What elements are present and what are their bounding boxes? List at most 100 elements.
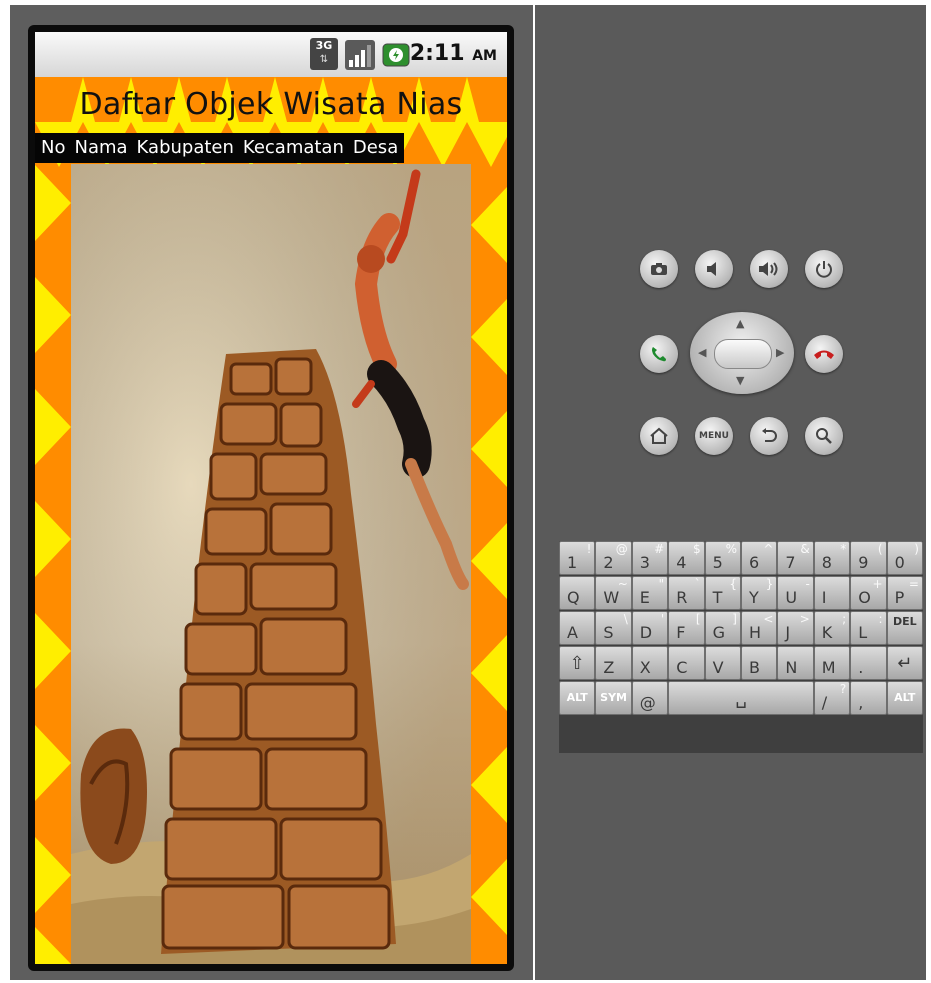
key-g-label: G: [712, 623, 725, 642]
key-l-alt-label: :: [878, 612, 883, 626]
key-f[interactable]: F[: [668, 611, 705, 645]
key-5-alt-label: %: [725, 542, 737, 556]
key-5[interactable]: 5%: [704, 541, 741, 575]
dpad-up-icon[interactable]: ▲: [736, 317, 744, 330]
key-i-label: I: [821, 588, 827, 607]
signal-icon: [345, 40, 375, 70]
camera-button[interactable]: [640, 250, 678, 288]
key-w[interactable]: W ~: [595, 576, 632, 610]
camera-icon: [650, 262, 668, 276]
dpad-center-button[interactable]: [714, 339, 772, 369]
end-call-button[interactable]: [805, 335, 843, 373]
key-u[interactable]: U-: [777, 576, 814, 610]
key-4[interactable]: 4 $: [668, 541, 705, 575]
key-r-label: R: [676, 588, 688, 607]
dpad-down-icon[interactable]: ▼: [736, 374, 744, 387]
key-k[interactable]: K;: [813, 611, 851, 645]
key-b[interactable]: B: [741, 646, 778, 680]
key-j[interactable]: J >: [777, 611, 814, 645]
page-title: Daftar Objek Wisata Nias: [79, 87, 463, 122]
key-x[interactable]: X: [631, 646, 669, 680]
slash-key[interactable]: /?: [813, 681, 851, 715]
key-h[interactable]: H <: [741, 611, 778, 645]
dpad-right-icon[interactable]: ▶: [776, 346, 784, 359]
back-button[interactable]: [750, 417, 788, 455]
key-a[interactable]: A: [559, 611, 596, 645]
clock-ampm: AM: [472, 48, 497, 64]
at-key[interactable]: @: [631, 681, 669, 715]
comma-key[interactable]: ,: [850, 681, 887, 715]
key-1[interactable]: 1!: [559, 541, 596, 575]
key-z[interactable]: Z: [595, 646, 632, 680]
key-d[interactable]: D ': [631, 611, 669, 645]
key-e[interactable]: E ": [631, 576, 669, 610]
key-8-alt-label: *: [840, 542, 847, 556]
table-header-row: No Nama Kabupaten Kecamatan Desa: [35, 133, 405, 163]
shift-key[interactable]: ⇧: [559, 646, 596, 680]
status-bar: 3G ⇅ 2:11 AM: [35, 32, 507, 77]
key-7[interactable]: 7 &: [777, 541, 814, 575]
delete-key[interactable]: DEL: [886, 611, 923, 645]
key-v[interactable]: V: [704, 646, 741, 680]
column-header-kabupaten: Kabupaten: [136, 137, 234, 158]
status-clock: 2:11 AM: [410, 41, 497, 66]
menu-icon: MENU: [699, 431, 729, 441]
key-p[interactable]: P =: [886, 576, 923, 610]
stone-jumping-image: [71, 164, 471, 964]
dpad-left-icon[interactable]: ◀: [698, 346, 706, 359]
search-button[interactable]: [805, 417, 843, 455]
key-l[interactable]: L:: [850, 611, 887, 645]
back-icon: [760, 427, 778, 445]
key-0[interactable]: 0): [886, 541, 923, 575]
key-f-label: F: [676, 623, 686, 642]
key-3[interactable]: 3 #: [631, 541, 669, 575]
key-3-label: 3: [639, 553, 650, 572]
sym-key[interactable]: SYM: [595, 681, 632, 715]
slash-key-label: /: [821, 693, 828, 712]
key-9[interactable]: 9(: [850, 541, 887, 575]
enter-key[interactable]: ↵: [886, 646, 923, 680]
key-e-alt-label: ": [658, 577, 665, 591]
key-s-label: S: [603, 623, 614, 642]
key-6-alt-label: ^: [763, 542, 774, 556]
emulator-controls-panel: [535, 5, 926, 980]
call-button[interactable]: [640, 335, 678, 373]
key-n-label: N: [785, 658, 798, 677]
key-y[interactable]: Y}: [741, 576, 778, 610]
network-label: 3G: [315, 39, 333, 52]
power-button[interactable]: [805, 250, 843, 288]
key-6[interactable]: 6 ^: [741, 541, 778, 575]
key-8[interactable]: 8 *: [813, 541, 851, 575]
space-key[interactable]: ␣: [668, 681, 814, 715]
key-s[interactable]: S \: [595, 611, 632, 645]
volume-down-icon: [705, 261, 723, 277]
key-2-label: 2: [603, 553, 614, 572]
key-period[interactable]: .: [850, 646, 887, 680]
volume-up-button[interactable]: [750, 250, 788, 288]
key-e-label: E: [639, 588, 650, 607]
key-2[interactable]: 2 @: [595, 541, 632, 575]
key-c[interactable]: C: [668, 646, 705, 680]
key-8-label: 8: [821, 553, 832, 572]
volume-down-button[interactable]: [695, 250, 733, 288]
alt-key-left[interactable]: ALT: [559, 681, 596, 715]
alt-key-right[interactable]: ALT: [886, 681, 923, 715]
volume-up-icon: [758, 261, 780, 277]
key-n[interactable]: N: [777, 646, 814, 680]
dpad[interactable]: ▲ ▼ ◀ ▶: [690, 312, 794, 394]
home-button[interactable]: [640, 417, 678, 455]
key-m[interactable]: M: [813, 646, 851, 680]
key-o[interactable]: O +: [850, 576, 887, 610]
key-3-alt-label: #: [654, 542, 665, 556]
key-r[interactable]: R `: [668, 576, 705, 610]
menu-button[interactable]: MENU: [695, 417, 733, 455]
key-i[interactable]: I: [813, 576, 851, 610]
hardware-keyboard: 1! 2 @3 #4 $5% 6 ^ 7 & 8 * 9(0) Q W ~ E " R ` T{Y} U - I O + P = A S…: [559, 541, 923, 753]
key-q[interactable]: Q: [559, 576, 596, 610]
key-h-label: H: [749, 623, 762, 642]
key-g[interactable]: G]: [704, 611, 741, 645]
key-t[interactable]: T{: [704, 576, 741, 610]
key-p-label: P: [894, 588, 905, 607]
call-icon: [649, 344, 669, 364]
key-1-label: 1: [567, 553, 578, 572]
